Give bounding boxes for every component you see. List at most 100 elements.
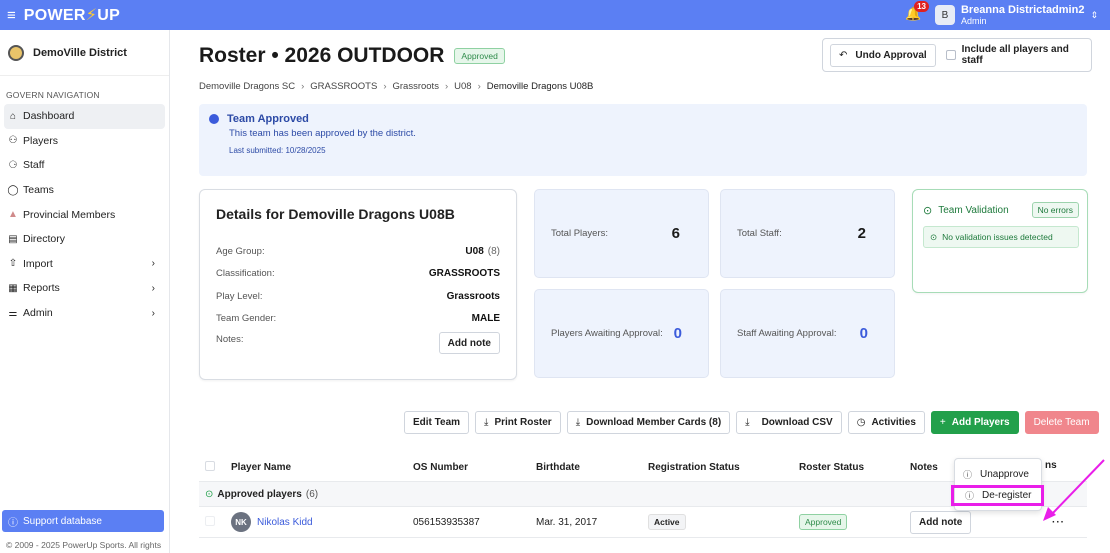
players-awaiting-value: 0 — [673, 325, 682, 342]
detail-row-team-gender: Team Gender: MALE — [216, 313, 500, 325]
sliders-icon: ⚌ — [8, 307, 18, 319]
nav-heading: GOVERN NAVIGATION — [6, 90, 100, 100]
status-dot-icon — [209, 114, 219, 125]
col-birthdate[interactable]: Birthdate — [536, 462, 648, 473]
col-actions-partial: ns — [1045, 460, 1057, 471]
user-avatar[interactable]: B — [934, 5, 955, 25]
menu-item-deregister[interactable]: ⓘ De-register — [951, 485, 1044, 506]
registration-status-badge: Active — [648, 513, 686, 530]
district-logo-icon — [8, 44, 24, 61]
include-all-toggle[interactable]: Include all players and staff — [945, 44, 1091, 66]
status-badge: Approved — [454, 48, 505, 64]
members-icon: ▲ — [8, 209, 18, 221]
notification-bell-icon[interactable]: 🔔 13 — [905, 1, 929, 24]
add-note-button[interactable]: Add note — [910, 510, 972, 534]
shield-icon: ◯ — [7, 184, 19, 196]
chevron-updown-icon[interactable]: ⇕ — [1090, 10, 1098, 21]
col-registration-status[interactable]: Registration Status — [648, 462, 799, 473]
menu-icon[interactable]: ≡ — [7, 7, 16, 24]
validation-title: Team Validation — [938, 204, 1009, 216]
chevron-right-icon: › — [301, 81, 305, 92]
validation-message: ⊙ No validation issues detected — [923, 226, 1079, 248]
user-menu[interactable]: Breanna Districtadmin2 Admin — [961, 4, 1084, 26]
sidebar-item-staff[interactable]: ⚆ Staff — [0, 153, 169, 178]
top-bar: ≡ POWER⚡UP 🔔 13 B Breanna Districtadmin2 … — [0, 0, 1110, 30]
sidebar-item-players[interactable]: ⚇ Players — [0, 129, 169, 154]
stat-total-staff: Total Staff: 2 — [720, 189, 895, 278]
breadcrumb: Demoville Dragons SC › GRASSROOTS › Grassr… — [199, 81, 593, 92]
sidebar-item-provincial-members[interactable]: ▲ Provincial Members — [0, 202, 169, 227]
district-switcher[interactable]: DemoVille District — [0, 30, 169, 76]
page-title: Roster • 2026 OUTDOOR — [199, 44, 445, 67]
sidebar: DemoVille District GOVERN NAVIGATION ⌂ Da… — [0, 30, 170, 553]
download-member-cards-button[interactable]: ⤓ Download Member Cards (8) — [566, 411, 731, 434]
row-checkbox[interactable] — [205, 515, 215, 526]
download-csv-button[interactable]: ⤓ Download CSV — [736, 411, 842, 434]
download-icon: ⤓ — [745, 417, 750, 428]
clock-icon: ◷ — [856, 417, 866, 428]
support-database-button[interactable]: ⓘ Support database — [2, 510, 164, 532]
alert-last-submitted: Last submitted: 10/28/2025 — [229, 146, 326, 156]
birthdate: Mar. 31, 2017 — [536, 516, 598, 528]
main-content: Roster • 2026 OUTDOOR Approved ↶ Undo App… — [171, 30, 1110, 553]
print-roster-button[interactable]: ⤓ Print Roster — [475, 411, 561, 434]
info-icon: ⓘ — [965, 491, 975, 501]
chevron-right-icon: › — [444, 81, 449, 92]
help-icon: ⓘ — [8, 517, 18, 529]
sidebar-item-dashboard[interactable]: ⌂ Dashboard — [4, 104, 165, 129]
col-os-number[interactable]: OS Number — [413, 462, 536, 473]
chevron-right-icon: › — [383, 81, 387, 92]
details-title: Details for Demoville Dragons U08B — [216, 206, 455, 222]
user-role: Admin — [960, 16, 987, 26]
col-roster-status[interactable]: Roster Status — [799, 462, 910, 473]
roster-action-bar: Edit Team ⤓ Print Roster ⤓ Download Member… — [404, 411, 1099, 434]
delete-team-button[interactable]: Delete Team — [1024, 411, 1099, 434]
detail-row-play-level: Play Level: Grassroots — [216, 290, 500, 302]
detail-row-classification: Classification: GRASSROOTS — [216, 268, 500, 280]
detail-row-notes: Notes: Add note — [216, 330, 500, 364]
undo-approval-button[interactable]: ↶ Undo Approval — [830, 43, 936, 67]
activities-button[interactable]: ◷ Activities — [847, 411, 925, 434]
alert-title: Team Approved — [227, 113, 309, 126]
alert-message: This team has been approved by the distr… — [229, 128, 416, 140]
chevron-right-icon: › — [477, 81, 481, 92]
table-row[interactable]: NK Nikolas Kidd 056153935387 Mar. 31, 20… — [199, 507, 1087, 538]
total-players-value: 6 — [671, 225, 680, 242]
breadcrumb-age[interactable]: U08 — [454, 81, 471, 92]
select-all-checkbox[interactable] — [205, 461, 215, 471]
roster-status-badge: Approved — [799, 513, 848, 530]
more-actions-icon[interactable]: ··· — [1052, 517, 1065, 528]
edit-team-button[interactable]: Edit Team — [404, 411, 470, 434]
breadcrumb-level[interactable]: Grassroots — [392, 81, 438, 92]
download-icon: ⤓ — [484, 417, 489, 428]
users-icon: ⚇ — [8, 135, 18, 147]
sidebar-item-import[interactable]: ⇧ Import › — [0, 252, 169, 277]
add-players-button[interactable]: + Add Players — [930, 411, 1019, 434]
sidebar-item-reports[interactable]: ▦ Reports › — [0, 276, 169, 301]
home-icon: ⌂ — [9, 110, 17, 122]
user-name: Breanna Districtadmin2 — [960, 4, 1085, 16]
stat-players-awaiting: Players Awaiting Approval: 0 — [534, 289, 709, 378]
brand-logo[interactable]: POWER⚡UP — [24, 5, 120, 25]
col-player-name[interactable]: Player Name — [231, 462, 413, 473]
team-validation-card: ⊙ Team Validation No errors ⊙ No validat… — [912, 189, 1088, 293]
chevron-right-icon: › — [151, 258, 155, 270]
report-icon: ▦ — [8, 282, 18, 294]
os-number: 056153935387 — [413, 516, 480, 528]
include-all-checkbox[interactable] — [945, 50, 956, 60]
avatar: NK — [231, 512, 251, 532]
download-icon: ⤓ — [575, 417, 581, 428]
approval-alert: Team Approved This team has been approve… — [199, 104, 1087, 176]
copyright: © 2009 - 2025 PowerUp Sports. All rights — [6, 540, 162, 550]
chevron-right-icon: › — [151, 307, 155, 319]
player-name-link[interactable]: Nikolas Kidd — [257, 517, 313, 528]
sidebar-item-directory[interactable]: ▤ Directory — [0, 227, 169, 252]
add-team-note-button[interactable]: Add note — [438, 332, 500, 354]
stat-staff-awaiting: Staff Awaiting Approval: 0 — [720, 289, 895, 378]
sidebar-item-admin[interactable]: ⚌ Admin › — [0, 301, 169, 326]
validation-badge: No errors — [1031, 202, 1079, 218]
breadcrumb-club[interactable]: Demoville Dragons SC — [199, 81, 295, 92]
sidebar-item-teams[interactable]: ◯ Teams — [0, 178, 169, 203]
breadcrumb-classification[interactable]: GRASSROOTS — [310, 81, 377, 92]
menu-item-unapprove[interactable]: ⓘ Unapprove — [955, 464, 1041, 485]
